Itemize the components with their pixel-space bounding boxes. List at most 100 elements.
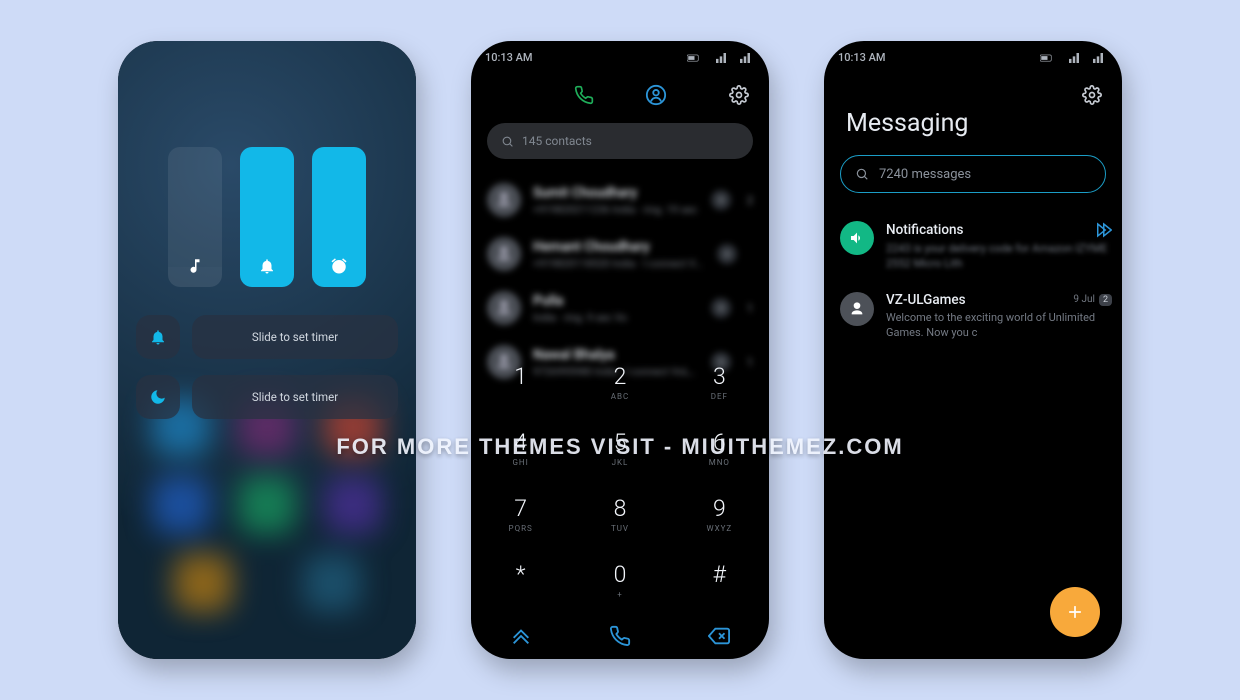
volume-sliders xyxy=(118,147,416,287)
dnd-timer-track[interactable]: Slide to set timer xyxy=(192,375,398,419)
person-icon xyxy=(495,191,513,209)
contact-count: 1 xyxy=(747,302,753,315)
contact-sub: India · ring. 9 sec Vo xyxy=(533,311,699,324)
silent-mode-chip[interactable] xyxy=(136,315,180,359)
dialpad-key[interactable]: 1 xyxy=(471,355,570,409)
key-number: 8 xyxy=(570,495,669,522)
key-letters: PQRS xyxy=(471,524,570,533)
signal-icon xyxy=(735,53,755,63)
call-button-icon[interactable] xyxy=(609,625,631,647)
person-icon xyxy=(849,301,865,317)
phone-icon xyxy=(574,85,594,105)
message-title: Notifications xyxy=(886,222,963,238)
gear-icon[interactable] xyxy=(1082,85,1102,105)
key-letters: MNO xyxy=(670,458,769,467)
expand-button[interactable] xyxy=(711,298,731,318)
bell-icon xyxy=(149,328,167,346)
contacts-search[interactable]: 145 contacts xyxy=(487,123,753,159)
key-letters: + xyxy=(570,590,669,599)
phone-messaging: 10:13 AM Messaging 7240 messages Notific… xyxy=(824,41,1122,659)
person-circle-icon xyxy=(645,84,667,106)
silent-timer-track[interactable]: Slide to set timer xyxy=(192,315,398,359)
ringtone-volume-slider[interactable] xyxy=(240,147,294,287)
contact-row[interactable]: Hemant Choudhary +919820118520 India · I… xyxy=(487,227,753,281)
message-avatar xyxy=(840,221,874,255)
key-letters: DEF xyxy=(670,392,769,401)
alarm-volume-slider[interactable] xyxy=(312,147,366,287)
fast-forward-icon[interactable] xyxy=(1094,221,1112,239)
key-number: 1 xyxy=(471,363,570,390)
key-number: * xyxy=(471,561,570,588)
contact-row[interactable]: Sumit Choudhary +919820211236 India · ri… xyxy=(487,173,753,227)
contact-sub: +919820118520 India · I connect VoLT xyxy=(533,257,705,270)
tab-recent-calls[interactable] xyxy=(570,81,598,109)
contact-row[interactable]: Pulla India · ring. 9 sec Vo 1 xyxy=(487,281,753,335)
compose-fab[interactable] xyxy=(1050,587,1100,637)
key-letters: JKL xyxy=(570,458,669,467)
dialpad-key[interactable]: # xyxy=(670,553,769,607)
message-row[interactable]: Notifications 2243 is your delivery code… xyxy=(840,211,1112,282)
contact-info: Sumit Choudhary +919820211236 India · ri… xyxy=(533,185,699,216)
key-letters: TUV xyxy=(570,524,669,533)
status-time: 10:13 AM xyxy=(838,51,886,64)
backspace-icon[interactable] xyxy=(708,625,730,647)
status-bar: 10:13 AM xyxy=(485,51,755,64)
dialer-tabs xyxy=(471,81,769,109)
dnd-chip[interactable] xyxy=(136,375,180,419)
chevron-right-icon xyxy=(716,195,726,205)
bell-icon xyxy=(258,257,276,275)
message-meta: 9 Jul 2 xyxy=(1073,294,1112,306)
avatar xyxy=(487,291,521,325)
key-number: 0 xyxy=(570,561,669,588)
message-row[interactable]: VZ-ULGames 9 Jul2 Welcome to the excitin… xyxy=(840,282,1112,351)
signal-icon xyxy=(1064,53,1084,63)
unread-badge: 2 xyxy=(1099,294,1112,306)
message-content: Notifications 2243 is your delivery code… xyxy=(886,221,1112,272)
message-date: 9 Jul xyxy=(1073,294,1095,305)
message-content: VZ-ULGames 9 Jul2 Welcome to the excitin… xyxy=(886,292,1112,341)
key-number: # xyxy=(670,561,769,588)
search-icon xyxy=(855,167,869,181)
alarm-clock-icon xyxy=(330,257,348,275)
dial-close-icon[interactable] xyxy=(510,625,532,647)
chevron-right-icon xyxy=(722,249,732,259)
message-title: VZ-ULGames xyxy=(886,292,966,308)
contact-sub: +919820211236 India · ring. 19 sec xyxy=(533,203,699,216)
chevron-right-icon xyxy=(716,303,726,313)
dialpad-key[interactable]: 2 ABC xyxy=(570,355,669,409)
expand-button[interactable] xyxy=(711,190,731,210)
messages-search[interactable]: 7240 messages xyxy=(840,155,1106,193)
media-volume-slider[interactable] xyxy=(168,147,222,287)
dialpad-key[interactable]: 0 + xyxy=(570,553,669,607)
key-letters: WXYZ xyxy=(670,524,769,533)
expand-button[interactable] xyxy=(717,244,737,264)
dialpad-key[interactable]: 5 JKL xyxy=(570,421,669,475)
speaker-icon xyxy=(849,230,865,246)
battery-icon xyxy=(687,53,707,63)
key-letters: ABC xyxy=(570,392,669,401)
gear-icon[interactable] xyxy=(729,85,749,105)
dialpad-key[interactable]: * xyxy=(471,553,570,607)
tab-contacts[interactable] xyxy=(642,81,670,109)
dialer-bottom-actions xyxy=(471,625,769,647)
dialpad-key[interactable]: 8 TUV xyxy=(570,487,669,541)
signal-icon xyxy=(1088,53,1108,63)
search-icon xyxy=(501,135,514,148)
avatar xyxy=(487,183,521,217)
contact-name: Hemant Choudhary xyxy=(533,239,705,255)
status-time: 10:13 AM xyxy=(485,51,533,64)
messages-list: Notifications 2243 is your delivery code… xyxy=(840,211,1112,350)
person-icon xyxy=(495,245,513,263)
dialpad-key[interactable]: 4 GHI xyxy=(471,421,570,475)
phone-volume-panel: Slide to set timer Slide to set timer xyxy=(118,41,416,659)
dialpad-key[interactable]: 6 MNO xyxy=(670,421,769,475)
key-number: 7 xyxy=(471,495,570,522)
key-letters: GHI xyxy=(471,458,570,467)
person-icon xyxy=(495,299,513,317)
dialpad: 1 2 ABC3 DEF4 GHI5 JKL6 MNO7 PQRS8 TUV9 xyxy=(471,355,769,607)
dialpad-key[interactable]: 7 PQRS xyxy=(471,487,570,541)
dialpad-key[interactable]: 3 DEF xyxy=(670,355,769,409)
dialpad-key[interactable]: 9 WXYZ xyxy=(670,487,769,541)
timer-rows: Slide to set timer Slide to set timer xyxy=(136,315,398,435)
contact-info: Pulla India · ring. 9 sec Vo xyxy=(533,293,699,324)
